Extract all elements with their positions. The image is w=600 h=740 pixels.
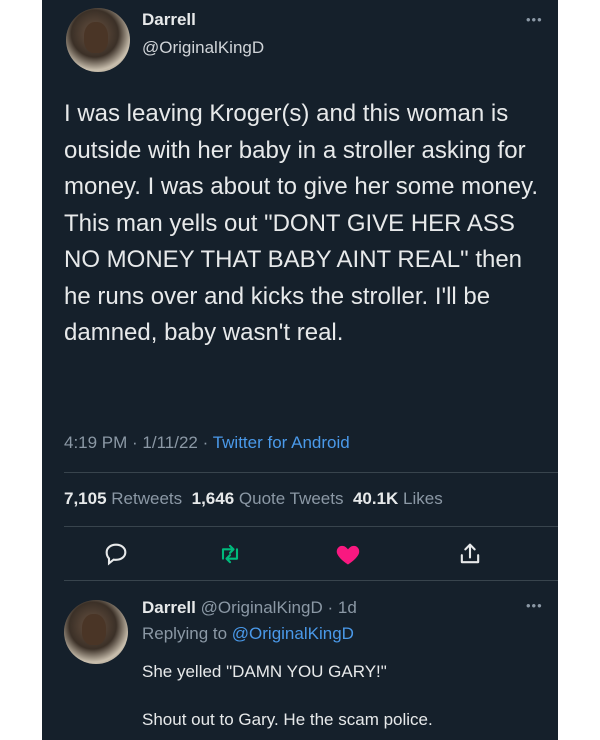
reply-header: Darrell @OriginalKingD · 1d bbox=[142, 598, 357, 618]
tweet-date[interactable]: 1/11/22 bbox=[142, 433, 197, 452]
replying-to-link[interactable]: @OriginalKingD bbox=[232, 624, 354, 643]
reply-button[interactable] bbox=[102, 540, 130, 568]
tweet-source[interactable]: Twitter for Android bbox=[213, 433, 350, 452]
reply-dot: · bbox=[322, 598, 338, 617]
avatar-face bbox=[83, 22, 109, 53]
likes-count: 40.1K bbox=[352, 489, 399, 508]
quote-label: Quote Tweets bbox=[238, 489, 344, 508]
tweet-meta: 4:19 PM · 1/11/22 · Twitter for Android bbox=[64, 433, 350, 453]
author-display-name[interactable]: Darrell bbox=[142, 10, 196, 30]
reply-icon bbox=[105, 543, 127, 566]
divider bbox=[64, 580, 558, 581]
replying-to: Replying to @OriginalKingD bbox=[142, 624, 354, 644]
share-button[interactable] bbox=[456, 540, 484, 568]
quote-count: 1,646 bbox=[191, 489, 235, 508]
reply-text: She yelled "DAMN YOU GARY!" Shout out to… bbox=[142, 662, 433, 729]
reply-age[interactable]: 1d bbox=[338, 598, 357, 617]
reply-author-name[interactable]: Darrell bbox=[142, 598, 196, 617]
retweets-count: 7,105 bbox=[64, 489, 107, 508]
tweet-thread: Darrell @OriginalKingD ••• I was leaving… bbox=[42, 0, 558, 740]
likes-label: Likes bbox=[403, 489, 443, 508]
replying-prefix: Replying to bbox=[142, 624, 232, 643]
more-options-icon[interactable]: ••• bbox=[526, 12, 543, 27]
tweet-time[interactable]: 4:19 PM bbox=[64, 433, 127, 452]
tweet-text: I was leaving Kroger(s) and this woman i… bbox=[64, 100, 545, 346]
retweets-label: Retweets bbox=[111, 489, 183, 508]
retweet-button[interactable] bbox=[216, 540, 244, 568]
avatar-face bbox=[81, 614, 107, 645]
divider bbox=[64, 472, 558, 473]
like-button[interactable] bbox=[334, 540, 362, 568]
retweets-stat[interactable]: 7,105 Retweets bbox=[64, 489, 182, 508]
more-options-icon[interactable]: ••• bbox=[526, 598, 543, 613]
reply-avatar[interactable] bbox=[64, 600, 128, 664]
meta-separator: · bbox=[127, 433, 143, 452]
meta-separator: · bbox=[197, 433, 213, 452]
tweet-stats: 7,105 Retweets 1,646 Quote Tweets 40.1K … bbox=[64, 489, 443, 509]
retweet-icon bbox=[221, 544, 239, 564]
author-handle[interactable]: @OriginalKingD bbox=[142, 38, 264, 58]
avatar[interactable] bbox=[66, 8, 130, 72]
quotes-stat[interactable]: 1,646 Quote Tweets bbox=[192, 489, 344, 508]
reply-author-handle[interactable]: @OriginalKingD bbox=[201, 598, 323, 617]
heart-icon bbox=[336, 545, 360, 565]
divider bbox=[64, 526, 558, 527]
likes-stat[interactable]: 40.1K Likes bbox=[353, 489, 443, 508]
share-icon bbox=[460, 543, 480, 564]
